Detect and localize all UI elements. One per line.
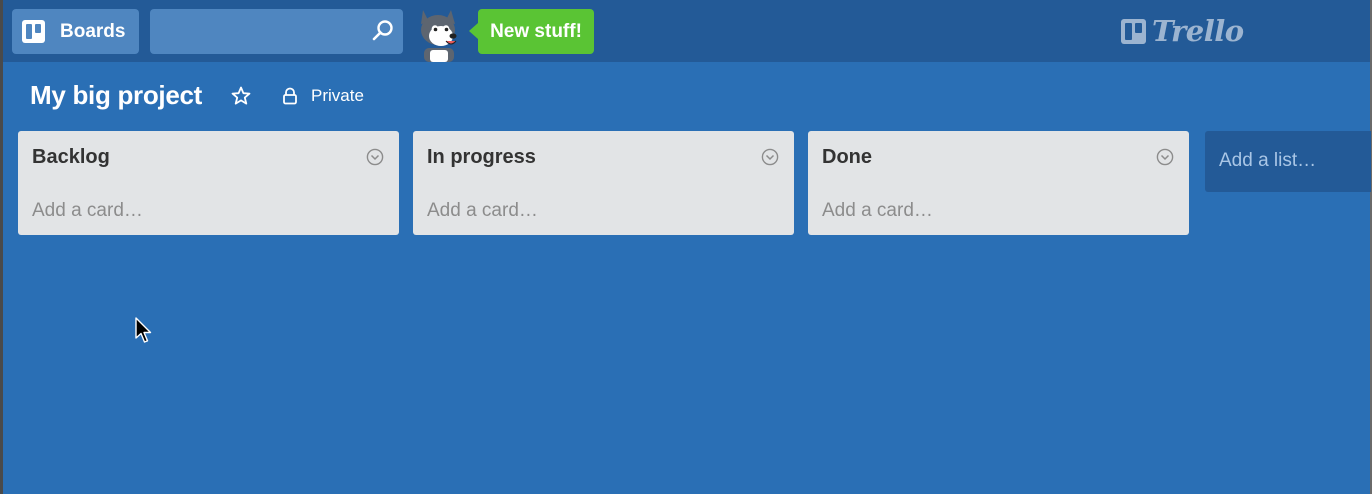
- search-box[interactable]: [150, 9, 403, 54]
- boards-button[interactable]: Boards: [12, 9, 139, 54]
- list-backlog: Backlog Add a card…: [18, 131, 399, 235]
- list-title[interactable]: Done: [822, 146, 872, 169]
- logo-text: Trello: [1152, 14, 1244, 48]
- husky-mascot-icon[interactable]: [415, 6, 465, 62]
- trello-logo-icon: [1121, 18, 1146, 44]
- chevron-down-circle-icon[interactable]: [761, 148, 779, 166]
- star-icon[interactable]: [231, 86, 251, 106]
- add-card-button[interactable]: Add a card…: [822, 200, 933, 222]
- boards-icon: [22, 20, 45, 43]
- list-done: Done Add a card…: [808, 131, 1189, 235]
- add-list-label: Add a list…: [1219, 150, 1317, 171]
- add-card-button[interactable]: Add a card…: [32, 200, 143, 222]
- privacy-button[interactable]: Private: [311, 86, 364, 106]
- mouse-cursor-icon: [135, 317, 152, 343]
- window-frame-left: [0, 0, 3, 494]
- new-stuff-label: New stuff!: [490, 20, 582, 42]
- search-input[interactable]: [150, 9, 360, 54]
- list-in-progress: In progress Add a card…: [413, 131, 794, 235]
- list-title[interactable]: Backlog: [32, 146, 110, 169]
- trello-logo[interactable]: Trello: [1121, 13, 1244, 49]
- lock-icon: [283, 87, 297, 105]
- list-title[interactable]: In progress: [427, 146, 536, 169]
- boards-label: Boards: [60, 20, 126, 42]
- search-icon[interactable]: [371, 19, 395, 43]
- chevron-down-circle-icon[interactable]: [366, 148, 384, 166]
- top-header: Boards New stuff! Trello: [3, 0, 1370, 62]
- add-card-button[interactable]: Add a card…: [427, 200, 538, 222]
- board-title[interactable]: My big project: [30, 80, 202, 111]
- chevron-down-circle-icon[interactable]: [1156, 148, 1174, 166]
- add-list-button[interactable]: Add a list…: [1205, 131, 1371, 192]
- new-stuff-button[interactable]: New stuff!: [469, 9, 594, 54]
